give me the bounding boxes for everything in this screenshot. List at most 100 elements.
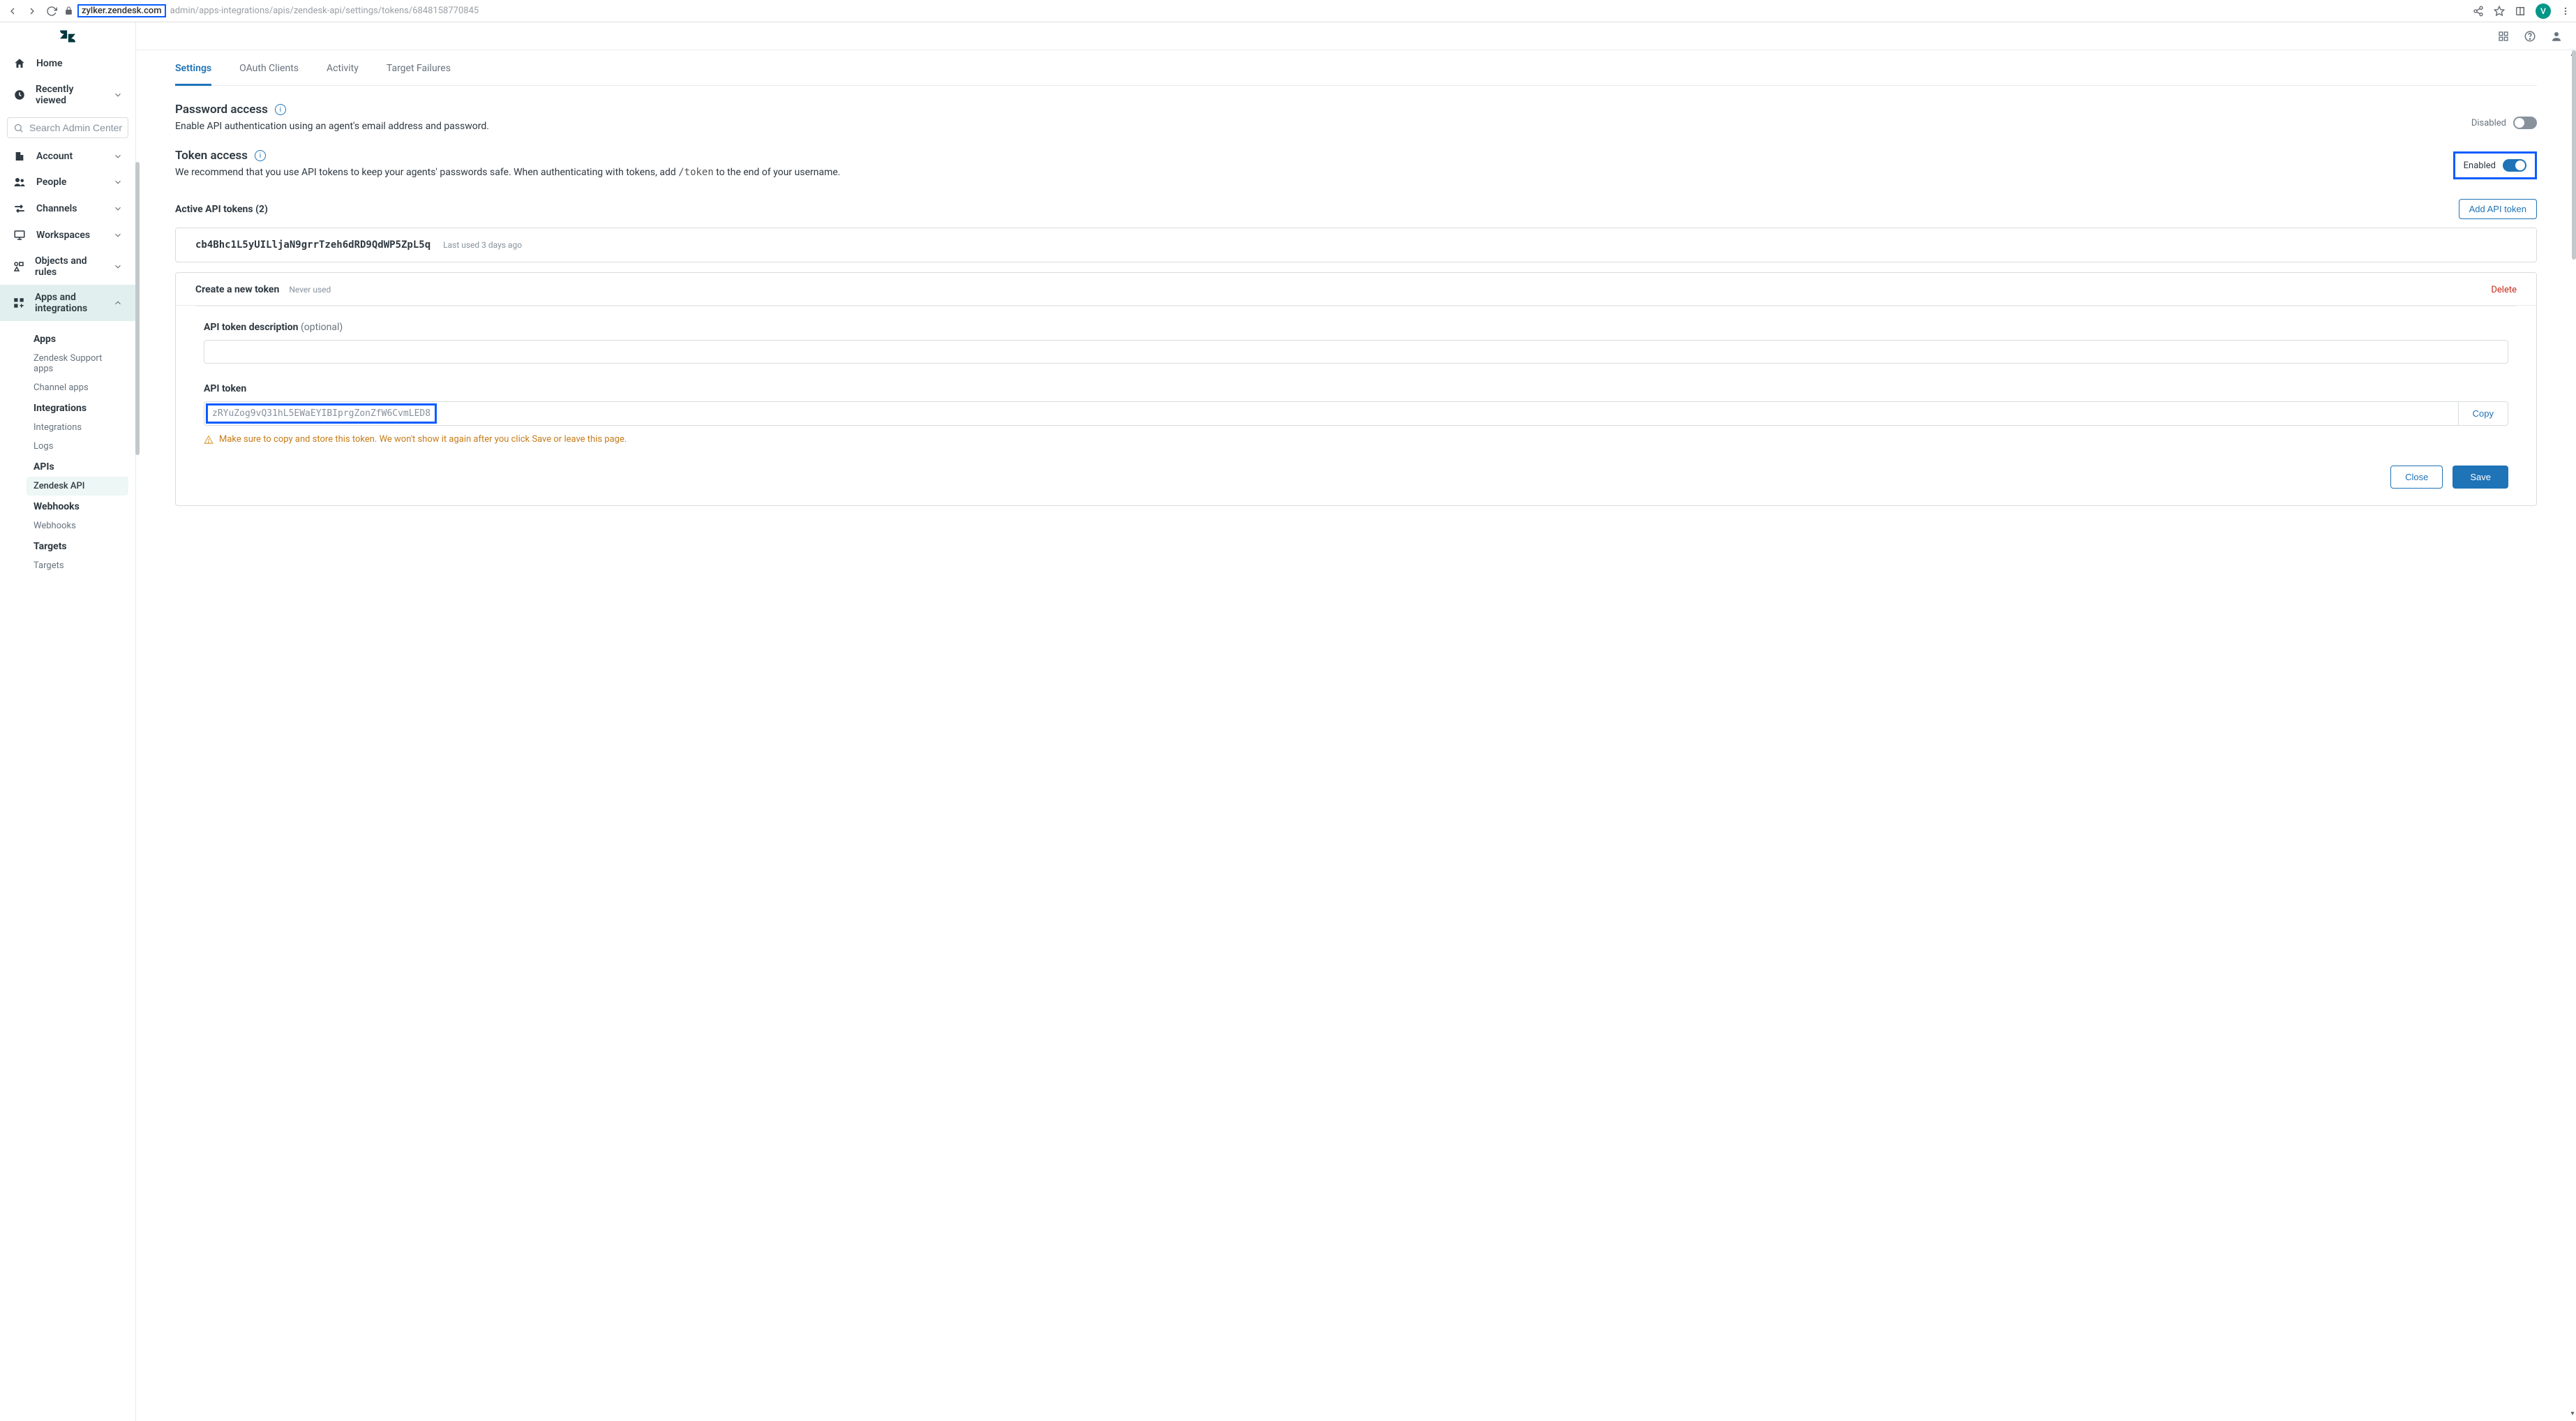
token-warning-text: Make sure to copy and store this token. … xyxy=(219,434,627,445)
tab-oauth-clients[interactable]: OAuth Clients xyxy=(239,50,299,85)
building-icon xyxy=(13,151,27,162)
api-token-display: zRYuZog9vQ31hL5EWaEYIBIprgZonZfW6CvmLED8 xyxy=(204,402,2458,425)
tab-settings[interactable]: Settings xyxy=(175,50,211,86)
url-path: admin/apps-integrations/apis/zendesk-api… xyxy=(170,6,479,16)
scroll-down-arrow-icon[interactable]: ▾ xyxy=(2569,1410,2576,1417)
password-toggle-label: Disabled xyxy=(2471,118,2506,128)
extensions-icon[interactable] xyxy=(2515,6,2526,17)
browser-forward-button[interactable] xyxy=(25,4,39,18)
share-icon[interactable] xyxy=(2473,6,2484,17)
apps-grid-icon[interactable] xyxy=(2496,29,2510,43)
existing-token-value: cb4Bhc1L5yUILljaN9grrTzeh6dRD9QdWP5ZpL5q xyxy=(195,239,430,251)
url-domain: zylker.zendesk.com xyxy=(77,4,166,17)
sidebar-heading-webhooks: Webhooks xyxy=(0,496,135,516)
sidebar-item-label: Channels xyxy=(36,203,77,214)
token-description-input[interactable] xyxy=(204,340,2508,364)
save-button[interactable]: Save xyxy=(2453,466,2508,489)
browser-back-button[interactable] xyxy=(6,4,20,18)
clock-icon xyxy=(13,89,26,101)
api-token-value[interactable]: zRYuZog9vQ31hL5EWaEYIBIprgZonZfW6CvmLED8 xyxy=(206,403,437,424)
browser-reload-button[interactable] xyxy=(45,4,59,18)
sidebar-item-label: People xyxy=(36,177,66,188)
chevron-down-icon xyxy=(113,262,123,271)
sidebar-subitem-integrations[interactable]: Integrations xyxy=(0,418,135,437)
sidebar-item-channels[interactable]: Channels xyxy=(0,195,135,222)
create-token-title: Create a new token xyxy=(195,284,279,295)
close-button[interactable]: Close xyxy=(2390,466,2443,489)
chevron-down-icon xyxy=(113,151,123,161)
sidebar-item-label: Home xyxy=(36,58,63,69)
active-tokens-title: Active API tokens (2) xyxy=(175,204,268,215)
address-bar[interactable]: zylker.zendesk.com admin/apps-integratio… xyxy=(64,4,479,17)
sidebar-subitem-logs[interactable]: Logs xyxy=(0,437,135,456)
add-api-token-button[interactable]: Add API token xyxy=(2459,199,2537,219)
token-description-label: API token description (optional) xyxy=(204,322,2508,333)
tab-target-failures[interactable]: Target Failures xyxy=(387,50,451,85)
password-access-title: Password access xyxy=(175,103,268,117)
password-access-toggle[interactable] xyxy=(2513,117,2537,129)
chevron-up-icon xyxy=(113,298,123,308)
profile-icon[interactable] xyxy=(2549,29,2563,43)
create-token-card: Create a new token Never used Delete API… xyxy=(175,272,2537,506)
sidebar-item-workspaces[interactable]: Workspaces xyxy=(0,222,135,248)
tabs-bar: Settings OAuth Clients Activity Target F… xyxy=(175,50,2537,86)
home-icon xyxy=(13,57,27,70)
grid-plus-icon xyxy=(13,297,25,309)
warning-icon xyxy=(204,435,214,445)
main-scrollbar[interactable] xyxy=(2572,50,2576,260)
create-token-never-used: Never used xyxy=(289,285,331,295)
chevron-down-icon xyxy=(113,177,123,187)
app-topbar xyxy=(136,22,2576,50)
token-access-toggle[interactable] xyxy=(2503,159,2526,172)
sidebar-item-label: Recently viewed xyxy=(36,84,103,106)
sidebar-subitem-support-apps[interactable]: Zendesk Support apps xyxy=(0,349,135,378)
bookmark-star-icon[interactable] xyxy=(2494,6,2505,17)
sidebar-item-label: Workspaces xyxy=(36,230,90,241)
tab-activity[interactable]: Activity xyxy=(327,50,359,85)
chevron-down-icon xyxy=(113,204,123,214)
sidebar-item-home[interactable]: Home xyxy=(0,50,135,77)
lock-icon xyxy=(64,6,73,15)
help-icon[interactable] xyxy=(2523,29,2537,43)
browser-toolbar: zylker.zendesk.com admin/apps-integratio… xyxy=(0,0,2576,22)
sidebar-item-apps-integrations[interactable]: Apps and integrations xyxy=(0,285,135,321)
sidebar-item-label: Apps and integrations xyxy=(35,292,103,314)
sidebar-item-label: Objects and rules xyxy=(35,255,103,278)
sidebar-item-objects[interactable]: Objects and rules xyxy=(0,248,135,285)
sidebar-subitem-webhooks[interactable]: Webhooks xyxy=(0,516,135,535)
sidebar-subitem-channel-apps[interactable]: Channel apps xyxy=(0,378,135,397)
browser-menu-icon[interactable] xyxy=(2561,6,2570,16)
sidebar-item-people[interactable]: People xyxy=(0,169,135,195)
info-icon[interactable]: i xyxy=(275,104,286,115)
people-icon xyxy=(13,176,27,188)
sidebar-subitem-targets[interactable]: Targets xyxy=(0,556,135,575)
existing-token-card[interactable]: cb4Bhc1L5yUILljaN9grrTzeh6dRD9QdWP5ZpL5q… xyxy=(175,228,2537,262)
info-icon[interactable]: i xyxy=(255,150,266,161)
api-token-label: API token xyxy=(204,383,2508,394)
sidebar-item-label: Account xyxy=(36,151,73,162)
browser-profile-avatar[interactable]: V xyxy=(2536,3,2551,19)
token-access-desc: We recommend that you use API tokens to … xyxy=(175,167,841,178)
password-access-desc: Enable API authentication using an agent… xyxy=(175,121,489,132)
search-icon xyxy=(13,123,24,133)
sidebar-subitem-zendesk-api[interactable]: Zendesk API xyxy=(27,477,128,496)
sidebar-heading-targets: Targets xyxy=(0,535,135,556)
sidebar: Home Recently viewed Account People Chan… xyxy=(0,22,136,1421)
existing-token-last-used: Last used 3 days ago xyxy=(443,240,522,250)
sidebar-heading-integrations: Integrations xyxy=(0,397,135,418)
zendesk-logo[interactable] xyxy=(0,22,135,50)
delete-token-link[interactable]: Delete xyxy=(2491,285,2517,295)
search-box[interactable] xyxy=(7,117,128,138)
chevron-down-icon xyxy=(113,230,123,240)
chevron-down-icon xyxy=(113,90,123,100)
sidebar-heading-apps: Apps xyxy=(0,328,135,349)
token-warning: Make sure to copy and store this token. … xyxy=(204,434,2508,445)
copy-token-button[interactable]: Copy xyxy=(2458,402,2508,425)
token-enabled-highlight: Enabled xyxy=(2453,151,2537,179)
arrows-icon xyxy=(13,202,27,215)
main-panel: ▴ ▾ Settings OAuth Clients Activity Targ… xyxy=(136,22,2576,1421)
monitor-icon xyxy=(13,229,27,241)
sidebar-item-recently-viewed[interactable]: Recently viewed xyxy=(0,77,135,113)
sidebar-item-account[interactable]: Account xyxy=(0,144,135,169)
token-toggle-label: Enabled xyxy=(2464,161,2496,171)
